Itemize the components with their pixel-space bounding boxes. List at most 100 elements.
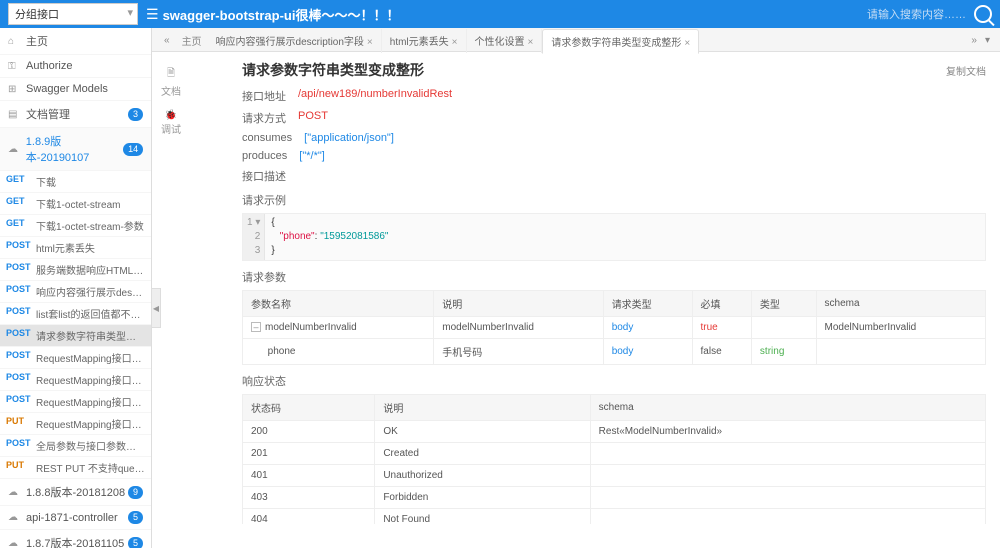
api-label: 请求参数字符串类型变成整形	[36, 328, 145, 343]
method-badge: POST	[6, 262, 36, 277]
sidebar-group[interactable]: ☁1.8.7版本-201811055	[0, 530, 151, 548]
method-badge: POST	[6, 372, 36, 387]
key-icon: ⚿	[8, 61, 20, 72]
api-label: RequestMapping接口类型3,PUT和PO	[36, 394, 145, 409]
label-consumes: consumes	[242, 132, 292, 144]
method-badge: PUT	[6, 460, 36, 475]
doc-icon: ▤	[8, 109, 20, 120]
value-addr: /api/new189/numberInvalidRest	[298, 88, 452, 104]
example-code: 1 ▾23 { "phone": "15952081586"}	[242, 213, 986, 261]
sidebar-authorize[interactable]: ⚿Authorize	[0, 55, 151, 78]
table-row: 404Not Found	[243, 509, 986, 525]
cloud-icon: ☁	[8, 144, 20, 155]
tab[interactable]: 响应内容强行展示description字段×	[208, 29, 382, 53]
sidebar-models[interactable]: ⊞Swagger Models	[0, 78, 151, 101]
tabs-menu-icon[interactable]: ▾	[985, 35, 990, 46]
search-input[interactable]: 请输入搜索内容……	[867, 6, 966, 22]
close-icon[interactable]: ×	[367, 37, 373, 48]
api-item[interactable]: GET下载1-octet-stream-参数	[0, 215, 151, 237]
api-label: list套list的返回值都不显示	[36, 306, 145, 321]
api-item[interactable]: POSTRequestMapping接口类型3,PUT和PO	[0, 391, 151, 413]
tab[interactable]: 请求参数字符串类型变成整形×	[542, 29, 699, 54]
sidebar-group[interactable]: ☁api-1871-controller5	[0, 506, 151, 530]
api-item[interactable]: POSThtml元素丢失	[0, 237, 151, 259]
table-row: 403Forbidden	[243, 487, 986, 509]
table-row: –modelNumberInvalidmodelNumberInvalidbod…	[243, 317, 986, 339]
api-item[interactable]: GET下载1-octet-stream	[0, 193, 151, 215]
label-produces: produces	[242, 150, 287, 162]
api-label: 响应内容强行展示description字段	[36, 284, 145, 299]
api-item[interactable]: POST请求参数字符串类型变成整形	[0, 325, 151, 347]
api-item[interactable]: POST响应内容强行展示description字段	[0, 281, 151, 303]
section-example: 请求示例	[242, 192, 986, 208]
brand-title: swagger-bootstrap-ui很棒～～～！！！	[163, 5, 400, 24]
group-select[interactable]: 分组接口	[8, 3, 138, 25]
method-badge: POST	[6, 306, 36, 321]
sidebar-group[interactable]: ☁1.8.8版本-201812089	[0, 479, 151, 506]
value-produces: ["*/*"]	[299, 150, 325, 162]
table-row: 201Created	[243, 443, 986, 465]
method-badge: GET	[6, 218, 36, 233]
api-label: 全局参数与接口参数冲突	[36, 438, 145, 453]
sidebar-group-189[interactable]: ☁1.8.9版本-2019010714	[0, 128, 151, 171]
method-badge: POST	[6, 284, 36, 299]
api-label: 下载1-octet-stream-参数	[36, 218, 145, 233]
method-badge: GET	[6, 174, 36, 189]
badge: 5	[128, 511, 143, 524]
expand-icon[interactable]: –	[251, 322, 261, 332]
close-icon[interactable]: ×	[452, 37, 458, 48]
content-area: ◀ « 主页 响应内容强行展示description字段×html元素丢失×个性…	[152, 28, 1000, 548]
label-method: 请求方式	[242, 110, 286, 126]
sidebar: ⌂主页 ⚿Authorize ⊞Swagger Models ▤文档管理3 ☁1…	[0, 28, 152, 548]
tab[interactable]: html元素丢失×	[382, 29, 467, 53]
tab-home[interactable]: 主页	[176, 30, 208, 51]
close-icon[interactable]: ×	[684, 38, 690, 49]
req-params-table: 参数名称说明请求类型必填类型schema –modelNumberInvalid…	[242, 290, 986, 365]
sidebar-home[interactable]: ⌂主页	[0, 28, 151, 55]
api-label: REST PUT 不支持query参数	[36, 460, 145, 475]
label-addr: 接口地址	[242, 88, 286, 104]
subnav-doc[interactable]: 🗎文档	[152, 60, 190, 104]
sidebar-docmgr[interactable]: ▤文档管理3	[0, 101, 151, 128]
api-item[interactable]: PUTRequestMapping接口类型3,PUT和PO	[0, 413, 151, 435]
menu-toggle-icon[interactable]: ☰	[146, 6, 159, 23]
badge: 5	[128, 537, 143, 548]
api-item[interactable]: POSTlist套list的返回值都不显示	[0, 303, 151, 325]
search-icon[interactable]	[974, 5, 992, 23]
method-badge: POST	[6, 350, 36, 365]
section-reqparams: 请求参数	[242, 269, 986, 285]
subnav-debug[interactable]: 🐞调试	[152, 104, 190, 142]
api-item[interactable]: GET下载	[0, 171, 151, 193]
method-badge: POST	[6, 328, 36, 343]
cloud-icon: ☁	[8, 512, 20, 523]
models-icon: ⊞	[8, 84, 20, 95]
page-title: 请求参数字符串类型变成整形	[242, 60, 424, 80]
tab[interactable]: 个性化设置×	[467, 29, 543, 53]
method-badge: PUT	[6, 416, 36, 431]
copy-doc-button[interactable]: 复制文档	[946, 63, 986, 78]
method-badge: GET	[6, 196, 36, 211]
api-label: html元素丢失	[36, 240, 145, 255]
home-icon: ⌂	[8, 36, 20, 47]
table-row: phone手机号码bodyfalsestring	[243, 339, 986, 365]
badge: 9	[128, 486, 143, 499]
tabs-scroll-right-icon[interactable]: »	[971, 35, 977, 46]
api-item[interactable]: POST全局参数与接口参数冲突	[0, 435, 151, 457]
value-method: POST	[298, 110, 328, 126]
badge: 3	[128, 108, 143, 121]
api-item[interactable]: POST服务端数据响应HTML标签数据，无法解析	[0, 259, 151, 281]
method-badge: POST	[6, 240, 36, 255]
api-item[interactable]: POSTRequestMapping接口类型,未标注具	[0, 347, 151, 369]
api-item[interactable]: PUTREST PUT 不支持query参数	[0, 457, 151, 479]
cloud-icon: ☁	[8, 538, 20, 548]
method-badge: POST	[6, 438, 36, 453]
api-label: RequestMapping接口类型3,PUT和PO	[36, 416, 145, 431]
doc-icon: 🗎	[152, 66, 190, 83]
api-item[interactable]: POSTRequestMapping接口类型2	[0, 369, 151, 391]
api-label: 下载	[36, 174, 145, 189]
tab-home-icon[interactable]: «	[158, 32, 176, 49]
api-label: RequestMapping接口类型,未标注具	[36, 350, 145, 365]
sidebar-collapse-handle[interactable]: ◀	[152, 288, 161, 328]
close-icon[interactable]: ×	[528, 37, 534, 48]
section-respstatus: 响应状态	[242, 373, 986, 389]
